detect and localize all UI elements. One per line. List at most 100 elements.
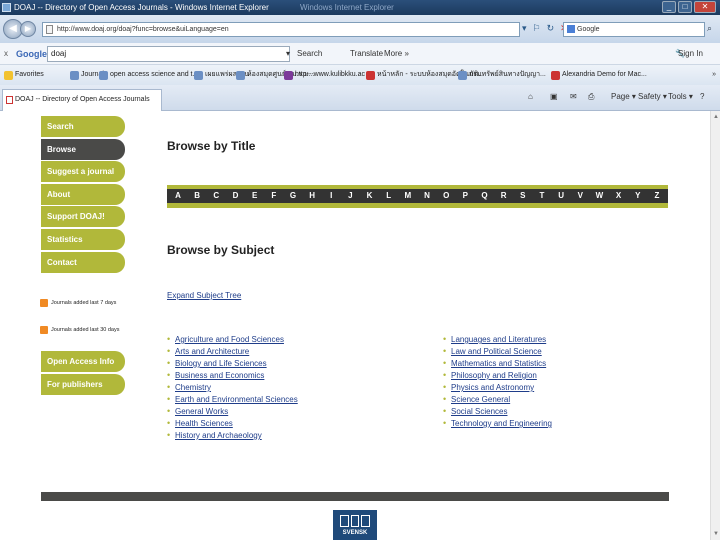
subject-link[interactable]: Social Sciences <box>443 405 552 417</box>
feed-icon[interactable]: ▣ <box>550 92 558 101</box>
subject-link[interactable]: Physics and Astronomy <box>443 381 552 393</box>
google-search-button[interactable]: Search <box>297 43 322 65</box>
favorite-item[interactable]: กรมทรัพย์สินทางปัญญา... <box>458 65 546 85</box>
letter-link[interactable]: N <box>420 189 434 203</box>
letter-link[interactable]: B <box>190 189 204 203</box>
forward-button[interactable]: ▶ <box>20 21 36 37</box>
google-toolbar: x Google doaj ▾ Search Translate More » … <box>0 43 720 65</box>
letter-link[interactable]: U <box>554 189 568 203</box>
subject-link[interactable]: Mathematics and Statistics <box>443 357 552 369</box>
search-input[interactable]: Google <box>563 22 705 37</box>
scroll-down-icon[interactable]: ▼ <box>712 530 720 538</box>
subject-link[interactable]: Languages and Literatures <box>443 333 552 345</box>
nav-open-access-info[interactable]: Open Access Info <box>41 351 125 372</box>
letter-link[interactable]: I <box>324 189 338 203</box>
nav-suggest-journal[interactable]: Suggest a journal <box>41 161 125 183</box>
letter-link[interactable]: D <box>228 189 242 203</box>
letter-link[interactable]: R <box>497 189 511 203</box>
scroll-up-icon[interactable]: ▲ <box>712 113 720 121</box>
nav-support[interactable]: Support DOAJ! <box>41 206 125 228</box>
letter-link[interactable]: O <box>439 189 453 203</box>
nav-contact[interactable]: Contact <box>41 251 125 273</box>
more-favorites-icon[interactable]: » <box>712 65 716 85</box>
subject-link[interactable]: Arts and Architecture <box>167 345 298 357</box>
refresh-icon[interactable]: ↻ <box>547 23 555 34</box>
subject-link[interactable]: Chemistry <box>167 381 298 393</box>
google-logo: Google <box>16 49 47 59</box>
letter-link[interactable]: X <box>612 189 626 203</box>
print-icon[interactable]: ⎙ <box>588 92 594 102</box>
letter-link[interactable]: Q <box>478 189 492 203</box>
letter-link[interactable]: F <box>267 189 281 203</box>
nav-search[interactable]: Search <box>41 116 125 137</box>
subject-link[interactable]: Agriculture and Food Sciences <box>167 333 298 345</box>
subject-link[interactable]: Science General <box>443 393 552 405</box>
close-icon[interactable]: ✕ <box>694 1 716 13</box>
url-field[interactable]: http://www.doaj.org/doaj?func=browse&uiL… <box>42 22 520 37</box>
letter-link[interactable]: J <box>343 189 357 203</box>
search-icon[interactable]: ⌕ <box>707 23 712 34</box>
page-content: Search Browse Suggest a journal About Su… <box>0 111 720 540</box>
mail-icon[interactable]: ✉ <box>570 92 577 101</box>
subject-list-left: Agriculture and Food SciencesArts and Ar… <box>167 333 298 441</box>
favorite-item[interactable]: Alexandria Demo for Mac... <box>551 65 647 85</box>
subject-link[interactable]: Business and Economics <box>167 369 298 381</box>
subject-link[interactable]: Earth and Environmental Sciences <box>167 393 298 405</box>
letter-link[interactable]: W <box>592 189 606 203</box>
subject-link[interactable]: Biology and Life Sciences <box>167 357 298 369</box>
translate-button[interactable]: Translate <box>350 43 383 65</box>
letter-link[interactable]: K <box>363 189 377 203</box>
tools-menu[interactable]: Tools ▾ <box>668 92 693 101</box>
dropdown-icon[interactable]: ▾ <box>522 23 527 34</box>
favorite-item[interactable]: http---www.kulibkku.ac <box>284 65 365 85</box>
feed-7-days[interactable]: Journals added last 7 days <box>40 295 120 311</box>
letter-link[interactable]: H <box>305 189 319 203</box>
safety-menu[interactable]: Safety ▾ <box>638 92 667 101</box>
letter-link[interactable]: T <box>535 189 549 203</box>
url-tools: ▾ ⚐ ↻ ✕ <box>522 23 568 34</box>
favorite-item[interactable]: open access science and t... <box>99 65 198 85</box>
more-button[interactable]: More » <box>384 43 409 65</box>
favorites-button[interactable]: Favorites <box>4 65 44 85</box>
letter-link[interactable]: S <box>516 189 530 203</box>
letter-link[interactable]: E <box>248 189 262 203</box>
compat-icon[interactable]: ⚐ <box>533 23 541 34</box>
page-icon <box>99 70 108 80</box>
nav-browse[interactable]: Browse <box>41 138 125 160</box>
subject-link[interactable]: Philosophy and Religion <box>443 369 552 381</box>
feed-30-days[interactable]: Journals added last 30 days <box>40 322 120 338</box>
left-nav: Search Browse Suggest a journal About Su… <box>41 116 125 274</box>
letter-link[interactable]: C <box>209 189 223 203</box>
nav-for-publishers[interactable]: For publishers <box>41 373 125 395</box>
letter-link[interactable]: A <box>171 189 185 203</box>
minimize-icon[interactable]: _ <box>662 1 676 13</box>
tab-doaj[interactable]: DOAJ -- Directory of Open Access Journal… <box>2 89 162 111</box>
subject-link[interactable]: Law and Political Science <box>443 345 552 357</box>
google-search-input[interactable]: doaj <box>47 46 290 62</box>
letter-link[interactable]: P <box>458 189 472 203</box>
subject-link[interactable]: Technology and Engineering <box>443 417 552 429</box>
close-toolbar-icon[interactable]: x <box>4 43 8 65</box>
letter-link[interactable]: V <box>573 189 587 203</box>
letter-link[interactable]: G <box>286 189 300 203</box>
help-icon[interactable]: ? <box>700 92 704 101</box>
nav-about[interactable]: About <box>41 183 125 205</box>
tab-bar: DOAJ -- Directory of Open Access Journal… <box>0 85 720 111</box>
letter-link[interactable]: L <box>382 189 396 203</box>
subject-list-right: Languages and LiteraturesLaw and Politic… <box>443 333 552 429</box>
chevron-down-icon[interactable]: ▾ <box>286 43 290 65</box>
subject-link[interactable]: History and Archaeology <box>167 429 298 441</box>
signin-link[interactable]: Sign In <box>678 43 703 65</box>
letter-link[interactable]: M <box>401 189 415 203</box>
maximize-icon[interactable]: □ <box>678 1 692 13</box>
home-icon[interactable]: ⌂ <box>528 92 533 101</box>
expand-subject-tree-link[interactable]: Expand Subject Tree <box>167 291 241 300</box>
subject-link[interactable]: Health Sciences <box>167 417 298 429</box>
page-menu[interactable]: Page ▾ <box>611 92 636 101</box>
subject-link[interactable]: General Works <box>167 405 298 417</box>
browse-subject-heading: Browse by Subject <box>167 243 275 257</box>
vertical-scrollbar[interactable]: ▲ ▼ <box>710 111 720 540</box>
letter-link[interactable]: Z <box>650 189 664 203</box>
nav-statistics[interactable]: Statistics <box>41 228 125 250</box>
letter-link[interactable]: Y <box>631 189 645 203</box>
